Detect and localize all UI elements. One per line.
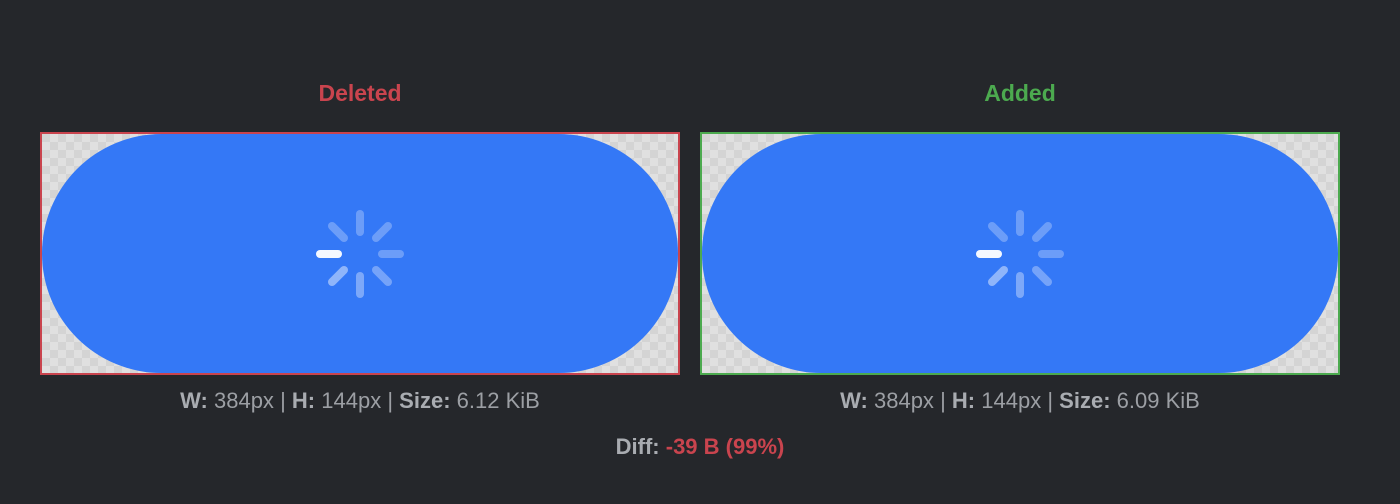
diff-label: Diff:	[615, 434, 660, 459]
loading-spinner-icon	[976, 210, 1064, 298]
size-value: 6.12 KiB	[456, 388, 540, 413]
added-image-preview	[700, 132, 1340, 375]
separator: |	[1047, 388, 1054, 413]
size-value: 6.09 KiB	[1116, 388, 1200, 413]
size-label: Size:	[399, 388, 451, 413]
added-title: Added	[984, 80, 1056, 106]
deleted-image-preview	[40, 132, 680, 375]
separator: |	[387, 388, 394, 413]
size-diff: Diff: -39 B (99%)	[0, 434, 1400, 460]
width-value: 384px	[873, 388, 934, 413]
width-label: W:	[840, 388, 868, 413]
added-image-info: W: 384px | H: 144px | Size: 6.09 KiB	[700, 388, 1340, 414]
loading-spinner-icon	[316, 210, 404, 298]
separator: |	[280, 388, 286, 413]
height-value: 144px	[321, 388, 382, 413]
height-value: 144px	[981, 388, 1042, 413]
size-label: Size:	[1059, 388, 1111, 413]
separator: |	[940, 388, 946, 413]
height-label: H:	[291, 388, 316, 413]
deleted-title: Deleted	[318, 80, 402, 106]
deleted-image-info: W: 384px | H: 144px | Size: 6.12 KiB	[40, 388, 680, 414]
width-value: 384px	[213, 388, 274, 413]
height-label: H:	[951, 388, 976, 413]
width-label: W:	[180, 388, 208, 413]
diff-value: -39 B (99%)	[665, 434, 785, 459]
